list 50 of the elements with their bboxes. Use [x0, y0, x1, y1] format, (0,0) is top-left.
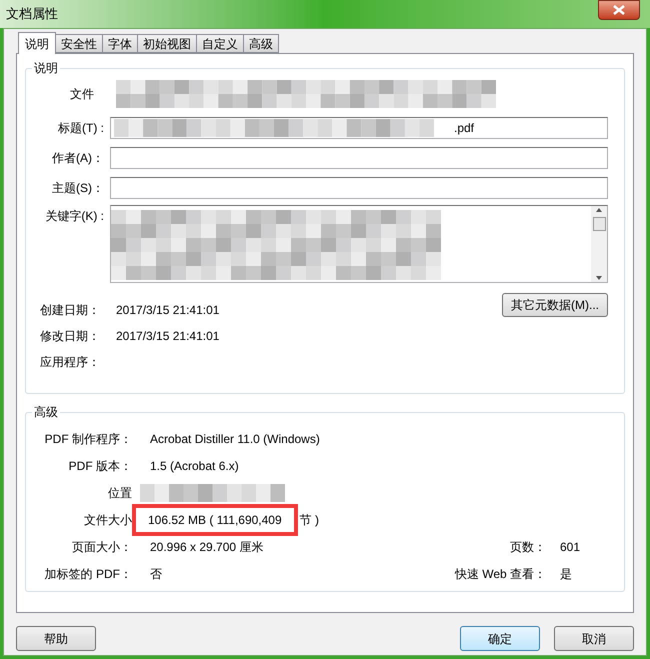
- field-label: 关键字(K) :: [44, 208, 105, 225]
- tab[interactable]: 说明: [18, 32, 56, 54]
- field-label: 标题(T) :: [57, 120, 105, 137]
- scroll-up-icon: [596, 208, 602, 212]
- info-value: 2017/3/15 21:41:01: [116, 328, 220, 345]
- info-label: 应用程序：: [39, 354, 101, 371]
- field-label: 作者(A)：: [51, 150, 105, 167]
- property-label: 页面大小：: [71, 538, 133, 556]
- field-label: 文件: [69, 86, 95, 103]
- tab[interactable]: 自定义: [197, 34, 244, 53]
- property-label: 加标签的 PDF：: [44, 566, 133, 582]
- field-label: 主题(S)：: [51, 180, 105, 197]
- property-value: 20.996 x 29.700 厘米: [150, 538, 264, 556]
- scroll-down-icon: [596, 276, 602, 280]
- tab[interactable]: 初始视图: [138, 34, 197, 53]
- input-field[interactable]: [110, 177, 608, 199]
- property-value: 601: [560, 538, 580, 556]
- property-value: 是: [560, 566, 572, 582]
- property-value: 106.52 MB ( 111,690,409: [148, 512, 282, 526]
- property-label: PDF 版本：: [68, 458, 133, 474]
- group-title: 说明: [32, 60, 60, 76]
- property-value: 否: [150, 566, 163, 582]
- property-value: Acrobat Distiller 11.0 (Windows): [150, 430, 321, 448]
- dialog-button[interactable]: 帮助: [16, 626, 96, 651]
- property-label: 位置: [107, 484, 133, 502]
- tab[interactable]: 高级: [244, 34, 279, 53]
- close-button[interactable]: [598, 0, 640, 20]
- tab[interactable]: 安全性: [56, 34, 103, 53]
- property-label: 快速 Web 查看：: [454, 566, 547, 582]
- group-title: 高级: [32, 404, 60, 420]
- tab[interactable]: 字体: [103, 34, 138, 53]
- property-label: 文件大小: [83, 512, 133, 528]
- close-icon: [613, 5, 625, 15]
- property-value: 节 ): [300, 512, 319, 528]
- property-value: 1.5 (Acrobat 6.x): [150, 458, 240, 474]
- input-field[interactable]: [110, 147, 608, 169]
- dialog-button[interactable]: 确定: [460, 626, 540, 651]
- dialog-button[interactable]: 取消: [554, 626, 634, 651]
- info-value: 2017/3/15 21:41:01: [116, 302, 220, 319]
- info-label: 修改日期：: [39, 328, 101, 345]
- property-label: PDF 制作程序：: [44, 430, 133, 448]
- window-title: 文档属性: [6, 5, 58, 24]
- scroll-thumb[interactable]: [592, 217, 606, 231]
- input-field[interactable]: .pdf: [110, 117, 608, 139]
- more-metadata-button[interactable]: 其它元数据(M)...: [502, 293, 608, 317]
- field-value: .pdf: [454, 120, 474, 137]
- keywords-field[interactable]: [110, 205, 608, 283]
- property-label: 页数：: [509, 538, 547, 556]
- scrollbar[interactable]: [591, 206, 607, 282]
- info-label: 创建日期：: [39, 302, 101, 319]
